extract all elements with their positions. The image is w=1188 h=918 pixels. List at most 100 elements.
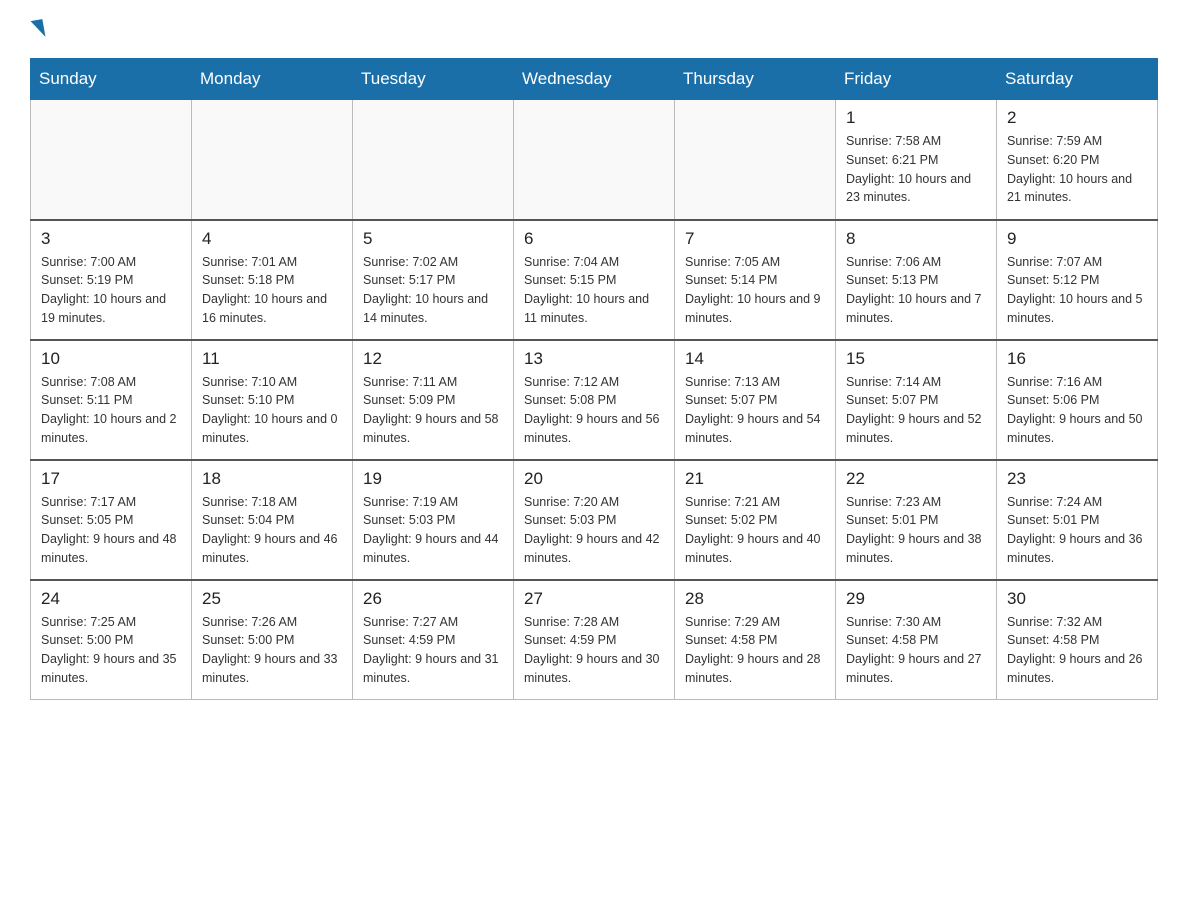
day-number: 30 xyxy=(1007,589,1147,609)
calendar-cell: 19 Sunrise: 7:19 AMSunset: 5:03 PMDayligh… xyxy=(353,460,514,580)
day-number: 6 xyxy=(524,229,664,249)
day-info: Sunrise: 7:14 AMSunset: 5:07 PMDaylight:… xyxy=(846,373,986,448)
day-number: 2 xyxy=(1007,108,1147,128)
calendar-cell xyxy=(31,100,192,220)
day-info: Sunrise: 7:59 AMSunset: 6:20 PMDaylight:… xyxy=(1007,132,1147,207)
calendar-cell: 28 Sunrise: 7:29 AMSunset: 4:58 PMDayligh… xyxy=(675,580,836,700)
day-number: 4 xyxy=(202,229,342,249)
header-saturday: Saturday xyxy=(997,59,1158,100)
calendar-cell: 24 Sunrise: 7:25 AMSunset: 5:00 PMDayligh… xyxy=(31,580,192,700)
day-info: Sunrise: 7:05 AMSunset: 5:14 PMDaylight:… xyxy=(685,253,825,328)
calendar-cell xyxy=(192,100,353,220)
day-info: Sunrise: 7:23 AMSunset: 5:01 PMDaylight:… xyxy=(846,493,986,568)
day-info: Sunrise: 7:11 AMSunset: 5:09 PMDaylight:… xyxy=(363,373,503,448)
day-info: Sunrise: 7:07 AMSunset: 5:12 PMDaylight:… xyxy=(1007,253,1147,328)
calendar-cell: 27 Sunrise: 7:28 AMSunset: 4:59 PMDayligh… xyxy=(514,580,675,700)
calendar-cell: 2 Sunrise: 7:59 AMSunset: 6:20 PMDaylight… xyxy=(997,100,1158,220)
calendar-week-row: 3 Sunrise: 7:00 AMSunset: 5:19 PMDaylight… xyxy=(31,220,1158,340)
day-info: Sunrise: 7:06 AMSunset: 5:13 PMDaylight:… xyxy=(846,253,986,328)
calendar-week-row: 17 Sunrise: 7:17 AMSunset: 5:05 PMDayligh… xyxy=(31,460,1158,580)
day-number: 23 xyxy=(1007,469,1147,489)
day-info: Sunrise: 7:00 AMSunset: 5:19 PMDaylight:… xyxy=(41,253,181,328)
day-number: 28 xyxy=(685,589,825,609)
day-number: 12 xyxy=(363,349,503,369)
day-number: 27 xyxy=(524,589,664,609)
calendar-cell: 16Sunrise: 7:16 AMSunset: 5:06 PMDayligh… xyxy=(997,340,1158,460)
day-number: 14 xyxy=(685,349,825,369)
day-info: Sunrise: 7:19 AMSunset: 5:03 PMDaylight:… xyxy=(363,493,503,568)
calendar-cell: 30 Sunrise: 7:32 AMSunset: 4:58 PMDayligh… xyxy=(997,580,1158,700)
calendar-cell: 29Sunrise: 7:30 AMSunset: 4:58 PMDayligh… xyxy=(836,580,997,700)
calendar-week-row: 10Sunrise: 7:08 AMSunset: 5:11 PMDayligh… xyxy=(31,340,1158,460)
day-info: Sunrise: 7:32 AMSunset: 4:58 PMDaylight:… xyxy=(1007,613,1147,688)
day-info: Sunrise: 7:08 AMSunset: 5:11 PMDaylight:… xyxy=(41,373,181,448)
day-info: Sunrise: 7:26 AMSunset: 5:00 PMDaylight:… xyxy=(202,613,342,688)
calendar-cell: 21 Sunrise: 7:21 AMSunset: 5:02 PMDayligh… xyxy=(675,460,836,580)
calendar-table: Sunday Monday Tuesday Wednesday Thursday… xyxy=(30,58,1158,700)
header-friday: Friday xyxy=(836,59,997,100)
header-wednesday: Wednesday xyxy=(514,59,675,100)
day-info: Sunrise: 7:21 AMSunset: 5:02 PMDaylight:… xyxy=(685,493,825,568)
day-info: Sunrise: 7:17 AMSunset: 5:05 PMDaylight:… xyxy=(41,493,181,568)
calendar-cell xyxy=(353,100,514,220)
header-monday: Monday xyxy=(192,59,353,100)
logo-arrow-icon xyxy=(31,19,46,39)
day-info: Sunrise: 7:30 AMSunset: 4:58 PMDaylight:… xyxy=(846,613,986,688)
calendar-cell: 5 Sunrise: 7:02 AMSunset: 5:17 PMDaylight… xyxy=(353,220,514,340)
calendar-cell: 9 Sunrise: 7:07 AMSunset: 5:12 PMDaylight… xyxy=(997,220,1158,340)
page-header xyxy=(30,20,1158,38)
day-number: 17 xyxy=(41,469,181,489)
calendar-cell: 26 Sunrise: 7:27 AMSunset: 4:59 PMDayligh… xyxy=(353,580,514,700)
calendar-cell: 23 Sunrise: 7:24 AMSunset: 5:01 PMDayligh… xyxy=(997,460,1158,580)
calendar-week-row: 1 Sunrise: 7:58 AMSunset: 6:21 PMDaylight… xyxy=(31,100,1158,220)
day-info: Sunrise: 7:28 AMSunset: 4:59 PMDaylight:… xyxy=(524,613,664,688)
day-info: Sunrise: 7:58 AMSunset: 6:21 PMDaylight:… xyxy=(846,132,986,207)
calendar-week-row: 24 Sunrise: 7:25 AMSunset: 5:00 PMDayligh… xyxy=(31,580,1158,700)
day-info: Sunrise: 7:24 AMSunset: 5:01 PMDaylight:… xyxy=(1007,493,1147,568)
day-number: 7 xyxy=(685,229,825,249)
day-info: Sunrise: 7:04 AMSunset: 5:15 PMDaylight:… xyxy=(524,253,664,328)
calendar-cell xyxy=(675,100,836,220)
header-thursday: Thursday xyxy=(675,59,836,100)
day-number: 24 xyxy=(41,589,181,609)
logo xyxy=(30,20,46,38)
calendar-cell: 12 Sunrise: 7:11 AMSunset: 5:09 PMDayligh… xyxy=(353,340,514,460)
day-info: Sunrise: 7:29 AMSunset: 4:58 PMDaylight:… xyxy=(685,613,825,688)
calendar-cell xyxy=(514,100,675,220)
day-info: Sunrise: 7:12 AMSunset: 5:08 PMDaylight:… xyxy=(524,373,664,448)
day-number: 15 xyxy=(846,349,986,369)
day-number: 11 xyxy=(202,349,342,369)
header-sunday: Sunday xyxy=(31,59,192,100)
day-number: 21 xyxy=(685,469,825,489)
calendar-cell: 17 Sunrise: 7:17 AMSunset: 5:05 PMDayligh… xyxy=(31,460,192,580)
calendar-cell: 20 Sunrise: 7:20 AMSunset: 5:03 PMDayligh… xyxy=(514,460,675,580)
day-number: 9 xyxy=(1007,229,1147,249)
day-info: Sunrise: 7:25 AMSunset: 5:00 PMDaylight:… xyxy=(41,613,181,688)
day-info: Sunrise: 7:02 AMSunset: 5:17 PMDaylight:… xyxy=(363,253,503,328)
day-info: Sunrise: 7:10 AMSunset: 5:10 PMDaylight:… xyxy=(202,373,342,448)
calendar-cell: 8 Sunrise: 7:06 AMSunset: 5:13 PMDaylight… xyxy=(836,220,997,340)
day-info: Sunrise: 7:18 AMSunset: 5:04 PMDaylight:… xyxy=(202,493,342,568)
calendar-cell: 1 Sunrise: 7:58 AMSunset: 6:21 PMDaylight… xyxy=(836,100,997,220)
calendar-cell: 14 Sunrise: 7:13 AMSunset: 5:07 PMDayligh… xyxy=(675,340,836,460)
calendar-cell: 7 Sunrise: 7:05 AMSunset: 5:14 PMDaylight… xyxy=(675,220,836,340)
day-number: 22 xyxy=(846,469,986,489)
day-number: 1 xyxy=(846,108,986,128)
day-number: 18 xyxy=(202,469,342,489)
day-info: Sunrise: 7:13 AMSunset: 5:07 PMDaylight:… xyxy=(685,373,825,448)
day-info: Sunrise: 7:20 AMSunset: 5:03 PMDaylight:… xyxy=(524,493,664,568)
calendar-cell: 3 Sunrise: 7:00 AMSunset: 5:19 PMDaylight… xyxy=(31,220,192,340)
calendar-cell: 11 Sunrise: 7:10 AMSunset: 5:10 PMDayligh… xyxy=(192,340,353,460)
day-number: 13 xyxy=(524,349,664,369)
day-number: 20 xyxy=(524,469,664,489)
day-number: 19 xyxy=(363,469,503,489)
day-number: 8 xyxy=(846,229,986,249)
calendar-cell: 10Sunrise: 7:08 AMSunset: 5:11 PMDayligh… xyxy=(31,340,192,460)
day-number: 26 xyxy=(363,589,503,609)
day-number: 3 xyxy=(41,229,181,249)
header-tuesday: Tuesday xyxy=(353,59,514,100)
day-info: Sunrise: 7:27 AMSunset: 4:59 PMDaylight:… xyxy=(363,613,503,688)
day-info: Sunrise: 7:01 AMSunset: 5:18 PMDaylight:… xyxy=(202,253,342,328)
calendar-cell: 18 Sunrise: 7:18 AMSunset: 5:04 PMDayligh… xyxy=(192,460,353,580)
day-number: 5 xyxy=(363,229,503,249)
